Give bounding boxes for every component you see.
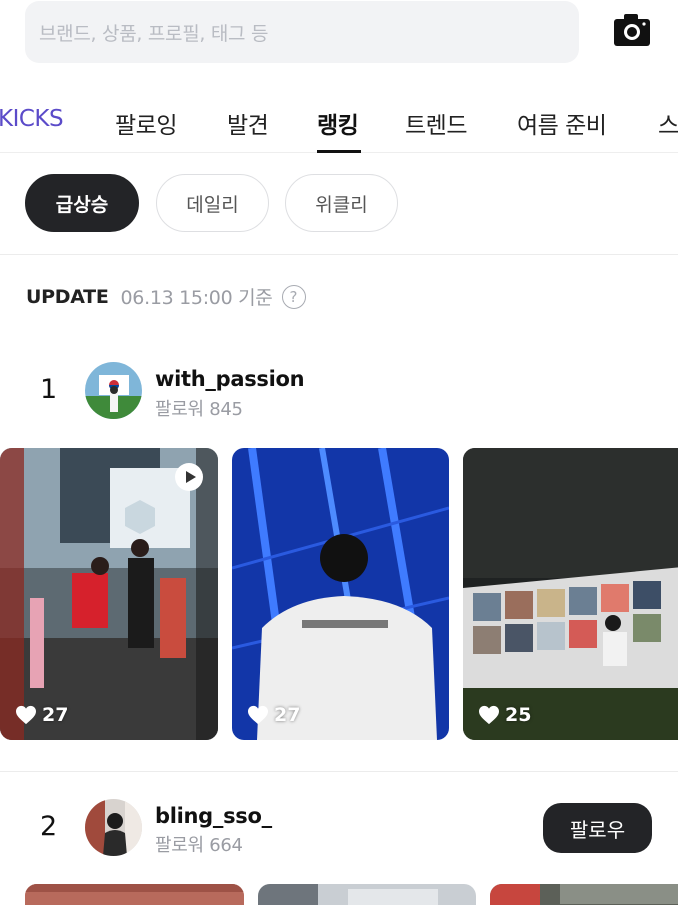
filter-weekly[interactable]: 위클리 [285,174,398,232]
search-placeholder: 브랜드, 상품, 프로필, 태그 등 [39,22,269,45]
filter-daily[interactable]: 데일리 [156,174,269,232]
tab-ranking[interactable]: 랭킹 [317,106,359,140]
search-input[interactable]: 브랜드, 상품, 프로필, 태그 등 [25,1,579,63]
tab-summer-prep[interactable]: 여름 준비 [517,106,607,140]
username[interactable]: with_passion [155,367,305,391]
tab-more[interactable]: 스 [658,106,678,140]
update-info: UPDATE 06.13 15:00 기준 ? [26,283,306,310]
rank-number: 2 [40,811,58,842]
section-divider [0,771,678,772]
tab-discover[interactable]: 발견 [227,106,269,140]
post-card[interactable] [25,884,244,905]
tab-trend[interactable]: 트렌드 [405,106,467,140]
like-count-value: 27 [42,704,69,726]
update-label: UPDATE [26,285,109,308]
tab-kicks[interactable]: KICKS [0,106,64,132]
play-icon [174,462,204,492]
like-count-value: 25 [505,704,532,726]
heart-icon [479,705,499,725]
category-tabs: KICKS 팔로잉 발견 랭킹 트렌드 여름 준비 스 [0,93,678,153]
active-tab-indicator [317,150,361,153]
post-card[interactable] [490,884,678,905]
like-count: 25 [478,704,531,726]
rank-number: 1 [40,374,58,405]
heart-icon [16,705,36,725]
follower-count: 팔로워 845 [155,399,243,420]
follower-count: 팔로워 664 [155,835,243,856]
post-image [232,448,449,740]
post-card[interactable]: 27 [232,448,449,740]
follow-button[interactable]: 팔로우 [543,803,652,853]
update-time: 06.13 15:00 기준 [120,287,273,309]
post-image [463,448,678,740]
like-count: 27 [247,704,300,726]
avatar[interactable] [85,362,142,419]
post-card[interactable]: 25 [463,448,678,740]
post-image [490,884,678,905]
like-count: 27 [15,704,68,726]
tab-following[interactable]: 팔로잉 [115,106,177,140]
username[interactable]: bling_sso_ [155,804,272,828]
like-count-value: 27 [274,704,301,726]
post-image [258,884,476,905]
section-divider [0,254,678,255]
filter-rising[interactable]: 급상승 [25,174,139,232]
post-card[interactable] [258,884,476,905]
avatar[interactable] [85,799,142,856]
camera-icon[interactable] [612,12,652,48]
heart-icon [248,705,268,725]
post-image [25,884,244,905]
post-card[interactable]: 27 [0,448,218,740]
question-circle-icon[interactable]: ? [281,284,306,309]
